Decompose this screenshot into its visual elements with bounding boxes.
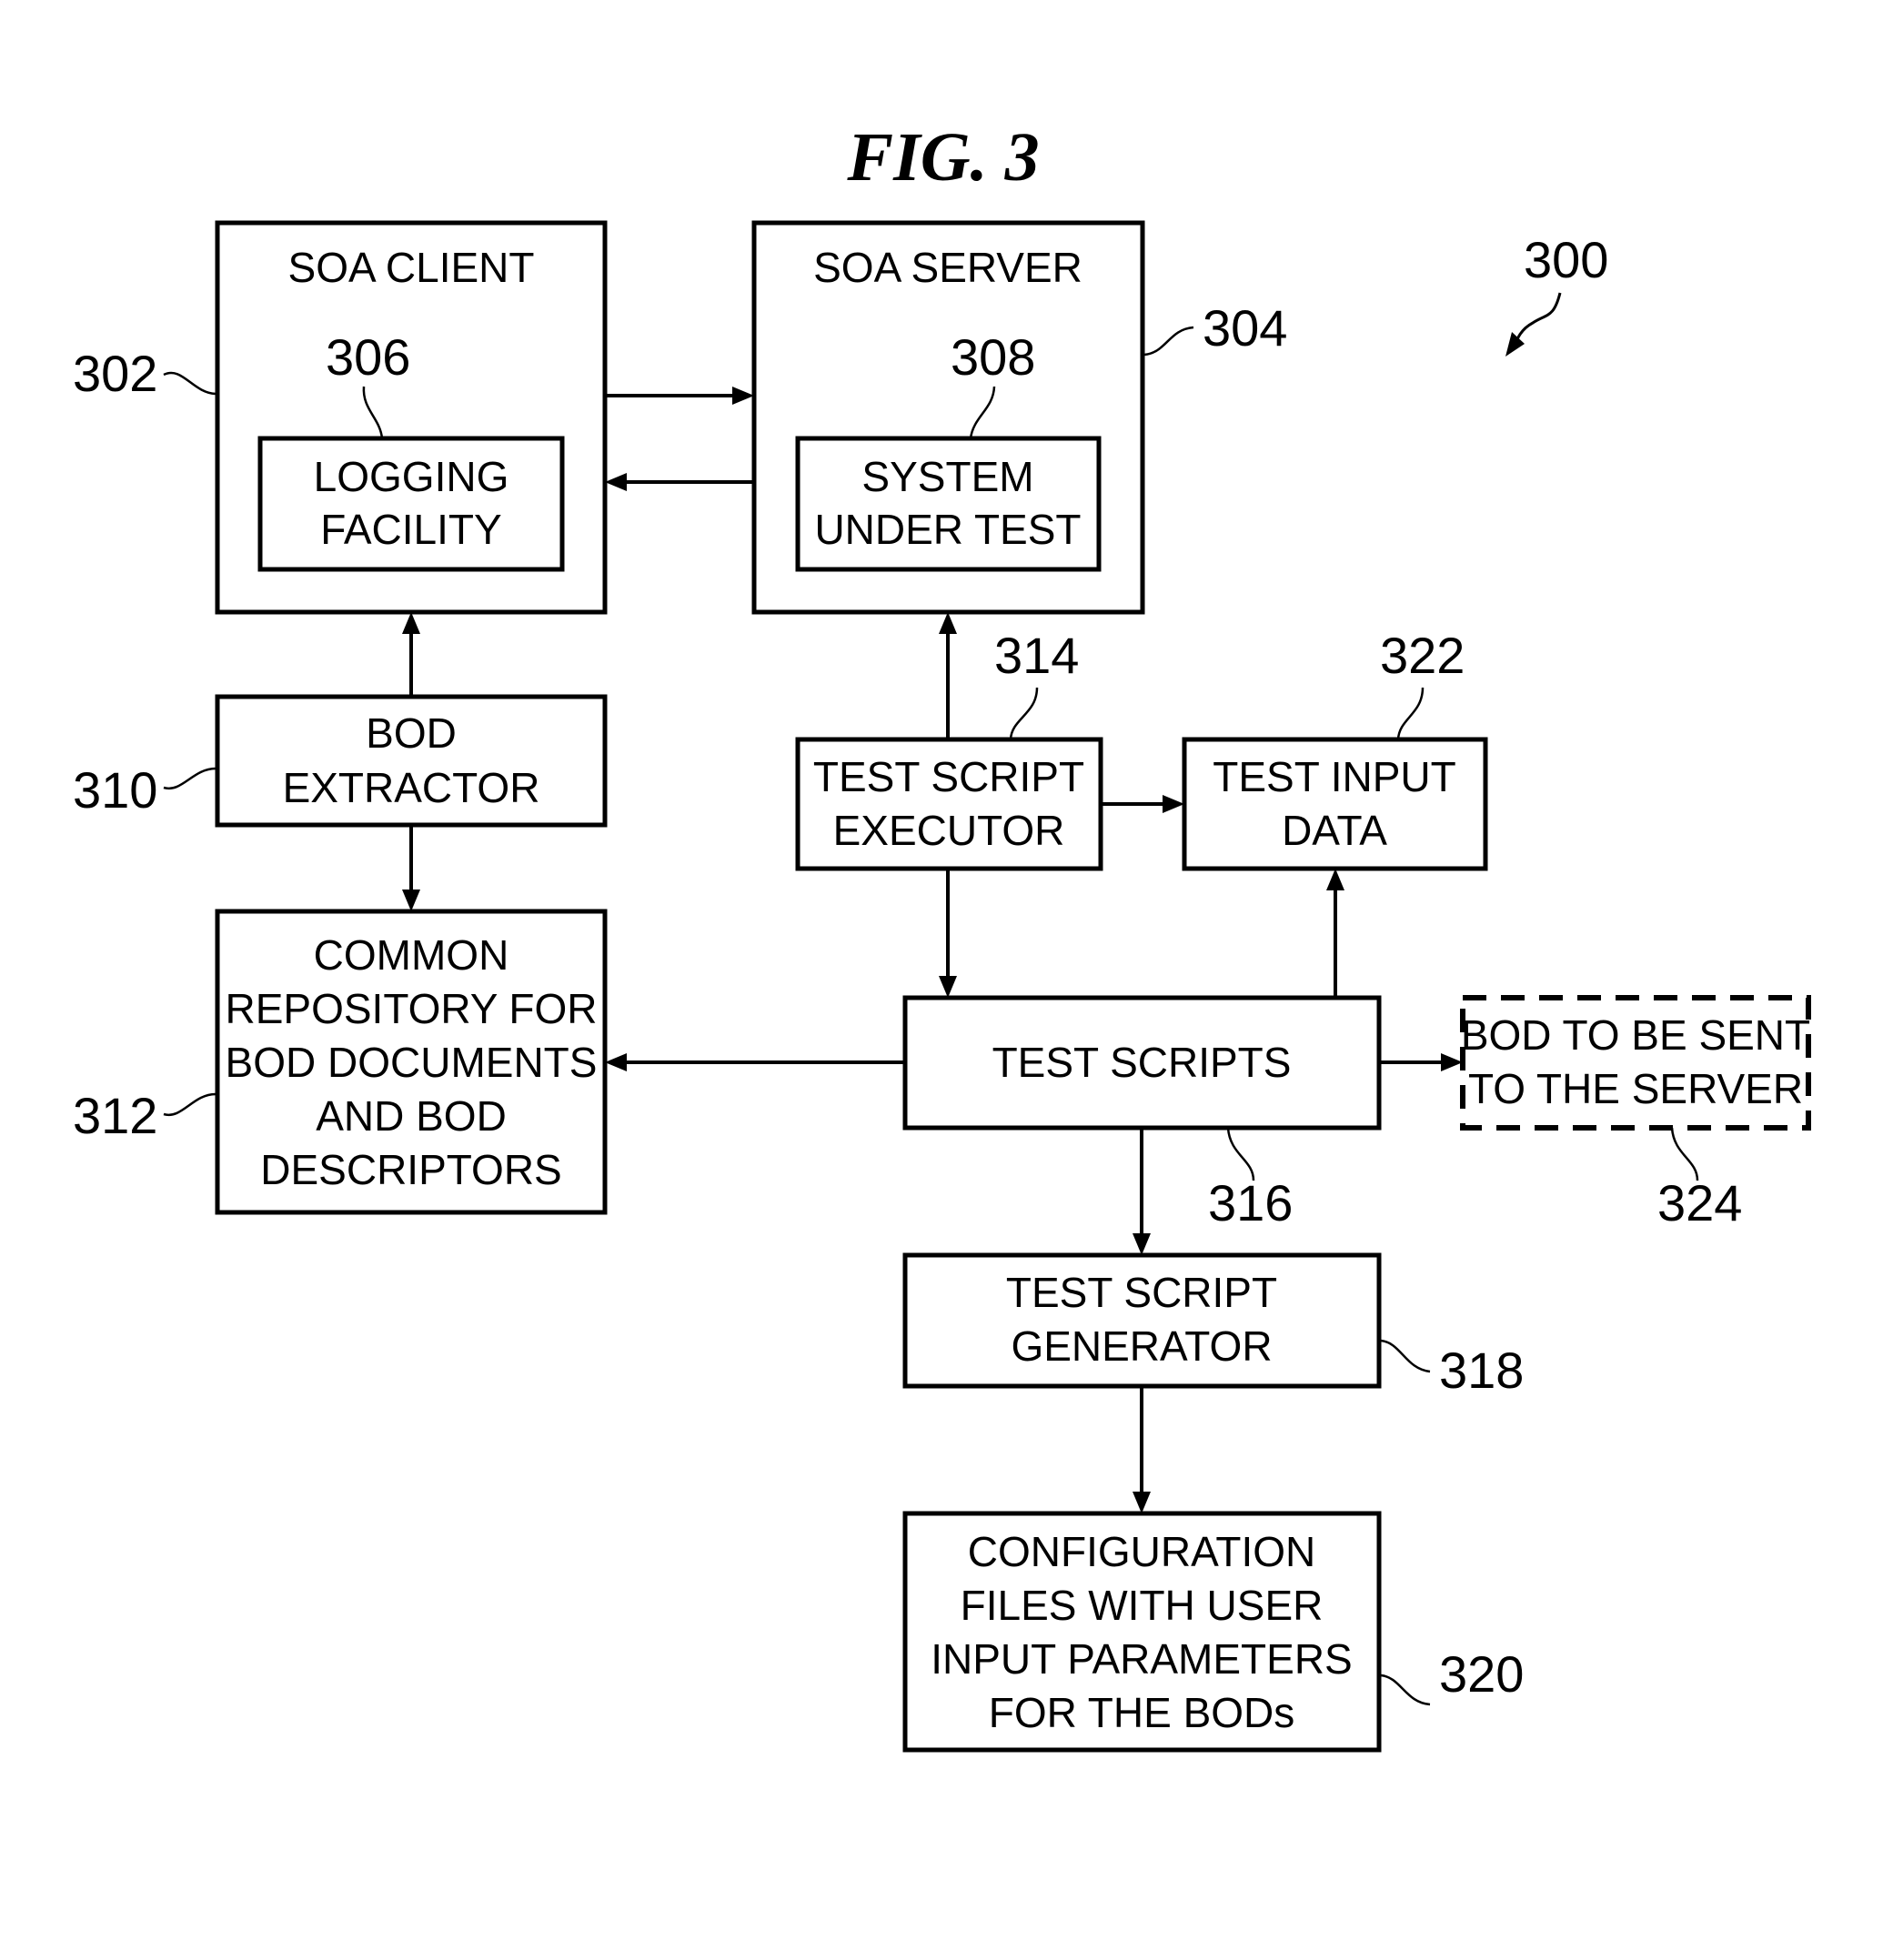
arrowhead-test-scripts-to-input-data bbox=[1326, 869, 1344, 890]
block-test-input-data: TEST INPUT DATA bbox=[1182, 737, 1488, 871]
arrowhead-generator-to-config bbox=[1133, 1492, 1151, 1513]
test-input-data-line-2: DATA bbox=[1282, 807, 1387, 854]
block-logging-facility: LOGGING FACILITY bbox=[257, 436, 565, 572]
common-repository-line-3: BOD DOCUMENTS bbox=[226, 1039, 598, 1086]
ref-308: 308 bbox=[951, 328, 1035, 386]
arrowhead-extractor-to-client bbox=[402, 612, 420, 634]
block-test-script-generator: TEST SCRIPT GENERATOR bbox=[902, 1252, 1382, 1389]
configuration-files-line-1: CONFIGURATION bbox=[968, 1528, 1315, 1575]
ref-318: 318 bbox=[1439, 1342, 1524, 1399]
figure-ref-300: 300 bbox=[1524, 231, 1608, 288]
configuration-files-line-4: FOR THE BODs bbox=[989, 1689, 1295, 1736]
ref-306: 306 bbox=[326, 328, 410, 386]
ref-312-leader bbox=[163, 1092, 216, 1117]
arrowhead-test-scripts-to-bod-sent bbox=[1441, 1053, 1463, 1071]
test-script-generator-line-2: GENERATOR bbox=[1011, 1322, 1272, 1370]
configuration-files-line-3: INPUT PARAMETERS bbox=[931, 1635, 1352, 1683]
test-script-executor-line-1: TEST SCRIPT bbox=[813, 753, 1084, 800]
ref-312: 312 bbox=[73, 1087, 157, 1144]
ref-322: 322 bbox=[1380, 627, 1465, 684]
test-scripts-label: TEST SCRIPTS bbox=[992, 1039, 1292, 1086]
arrowhead-executor-to-test-scripts bbox=[939, 976, 957, 998]
figure-ref-arrowhead bbox=[1505, 332, 1525, 357]
soa-server-label: SOA SERVER bbox=[813, 244, 1082, 291]
figure-ref-arrow-line bbox=[1512, 292, 1562, 348]
common-repository-line-1: COMMON bbox=[314, 931, 509, 979]
ref-320: 320 bbox=[1439, 1645, 1524, 1703]
ref-310-leader bbox=[163, 767, 216, 790]
test-input-data-line-1: TEST INPUT bbox=[1213, 753, 1456, 800]
ref-304: 304 bbox=[1203, 299, 1287, 357]
logging-facility-line-2: FACILITY bbox=[320, 506, 501, 553]
arrowhead-executor-to-input-data bbox=[1163, 795, 1184, 813]
block-test-script-executor: TEST SCRIPT EXECUTOR bbox=[795, 737, 1103, 871]
ref-320-leader bbox=[1380, 1674, 1431, 1706]
figure-title: FIG. 3 bbox=[846, 119, 1039, 196]
ref-318-leader bbox=[1380, 1339, 1431, 1373]
block-system-under-test: SYSTEM UNDER TEST bbox=[795, 436, 1102, 572]
common-repository-line-5: DESCRIPTORS bbox=[260, 1146, 561, 1193]
test-script-generator-line-1: TEST SCRIPT bbox=[1006, 1269, 1277, 1316]
system-under-test-line-1: SYSTEM bbox=[861, 453, 1033, 500]
logging-facility-line-1: LOGGING bbox=[314, 453, 509, 500]
test-script-executor-line-2: EXECUTOR bbox=[833, 807, 1065, 854]
arrowhead-extractor-to-repository bbox=[402, 890, 420, 911]
block-bod-extractor: BOD EXTRACTOR bbox=[215, 694, 608, 828]
block-bod-to-be-sent: BOD TO BE SENT TO THE SERVER bbox=[1460, 995, 1811, 1131]
ref-316-leader bbox=[1226, 1127, 1255, 1181]
arrowhead-test-scripts-to-generator bbox=[1133, 1233, 1151, 1255]
configuration-files-line-2: FILES WITH USER bbox=[961, 1582, 1324, 1629]
bod-extractor-line-2: EXTRACTOR bbox=[283, 764, 540, 811]
bod-to-be-sent-line-1: BOD TO BE SENT bbox=[1461, 1011, 1810, 1059]
ref-310: 310 bbox=[73, 761, 157, 819]
ref-324: 324 bbox=[1657, 1174, 1742, 1231]
ref-316: 316 bbox=[1208, 1174, 1293, 1231]
arrowhead-executor-to-server bbox=[939, 612, 957, 634]
bod-extractor-line-1: BOD bbox=[366, 709, 457, 757]
ref-322-leader bbox=[1396, 687, 1425, 740]
ref-302: 302 bbox=[73, 345, 157, 402]
arrowhead-test-scripts-to-repository bbox=[605, 1053, 627, 1071]
ref-304-leader bbox=[1143, 326, 1194, 357]
common-repository-line-2: REPOSITORY FOR bbox=[226, 985, 598, 1032]
block-test-scripts: TEST SCRIPTS bbox=[902, 995, 1382, 1131]
soa-client-label: SOA CLIENT bbox=[288, 244, 535, 291]
arrowhead-server-to-client bbox=[605, 473, 627, 491]
ref-324-leader bbox=[1670, 1127, 1699, 1181]
ref-302-leader bbox=[163, 371, 216, 396]
bod-to-be-sent-line-2: TO THE SERVER bbox=[1468, 1065, 1803, 1112]
block-configuration-files: CONFIGURATION FILES WITH USER INPUT PARA… bbox=[902, 1511, 1382, 1753]
ref-314-leader bbox=[1009, 687, 1039, 740]
ref-314: 314 bbox=[994, 627, 1079, 684]
patent-figure-3: FIG. 3 300 SOA CLIENT 302 LOGGING FACILI… bbox=[73, 119, 1811, 1753]
system-under-test-line-2: UNDER TEST bbox=[814, 506, 1081, 553]
common-repository-line-4: AND BOD bbox=[316, 1092, 507, 1140]
block-common-repository: COMMON REPOSITORY FOR BOD DOCUMENTS AND … bbox=[215, 909, 608, 1215]
arrowhead-client-to-server bbox=[732, 387, 754, 405]
